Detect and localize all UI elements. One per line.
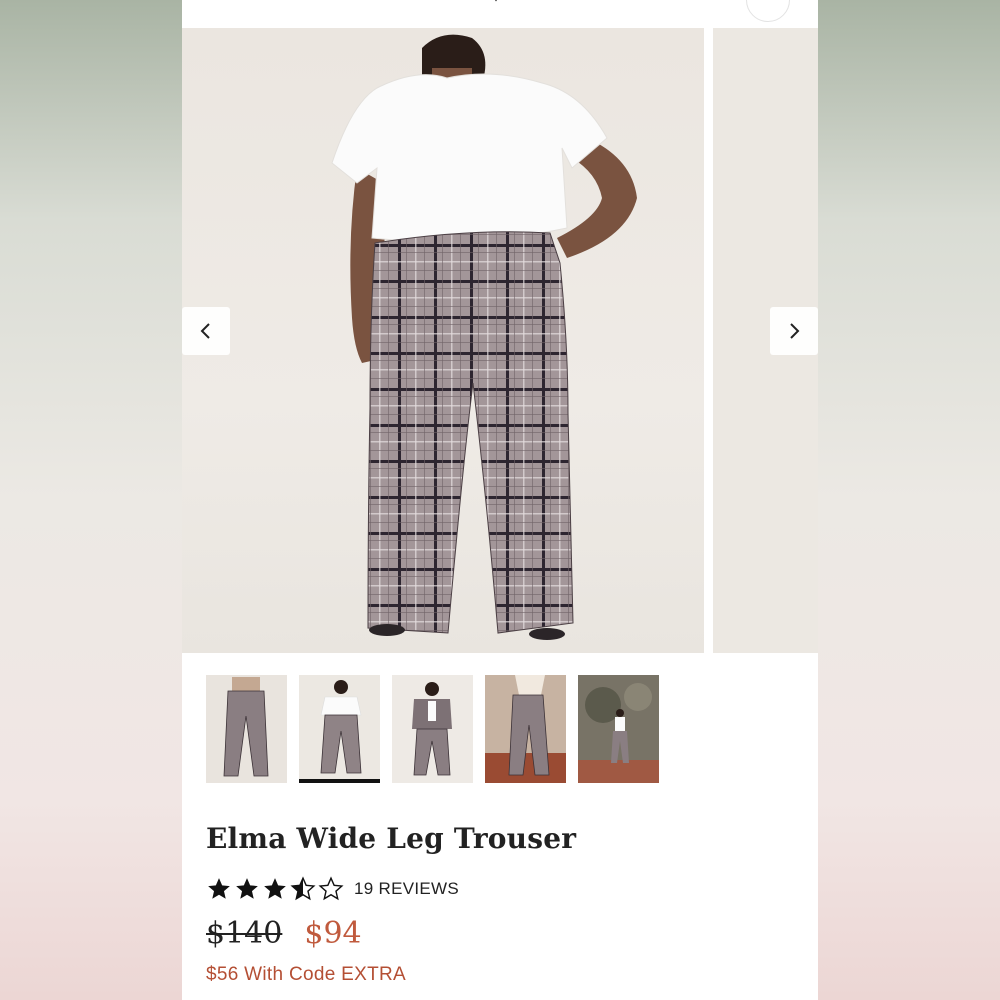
thumbnail-1[interactable] [206,675,287,783]
header [182,0,818,26]
main-product-image[interactable] [182,28,704,653]
star-full-icon [264,878,286,899]
thumbnail-5[interactable] [578,675,659,783]
original-price: $140 [206,916,283,951]
product-rating[interactable]: 19 REVIEWS [206,875,459,903]
chevron-right-icon [790,323,800,339]
price-block: $140 $94 [206,916,362,951]
star-full-icon [236,878,258,899]
next-product-image[interactable] [713,28,818,653]
rating-stars [206,876,344,902]
previous-image-button[interactable] [182,307,230,355]
star-full-icon [208,878,230,899]
thumbnail-3[interactable] [392,675,473,783]
sale-price: $94 [304,916,362,951]
next-image-button[interactable] [770,307,818,355]
product-page: Elma Wide Leg Trouser 19 REVIEWS $140 $9… [182,0,818,1000]
account-button[interactable] [746,0,790,22]
promo-code-text: $56 With Code EXTRA [206,964,407,985]
reviews-link[interactable]: 19 REVIEWS [354,879,459,899]
thumbnail-2[interactable] [299,675,380,783]
brand-logo[interactable] [414,0,574,12]
thumbnail-4[interactable] [485,675,566,783]
product-title: Elma Wide Leg Trouser [206,822,577,855]
star-half-icon [290,876,316,901]
star-empty-icon [318,876,344,901]
chevron-left-icon [200,323,210,339]
